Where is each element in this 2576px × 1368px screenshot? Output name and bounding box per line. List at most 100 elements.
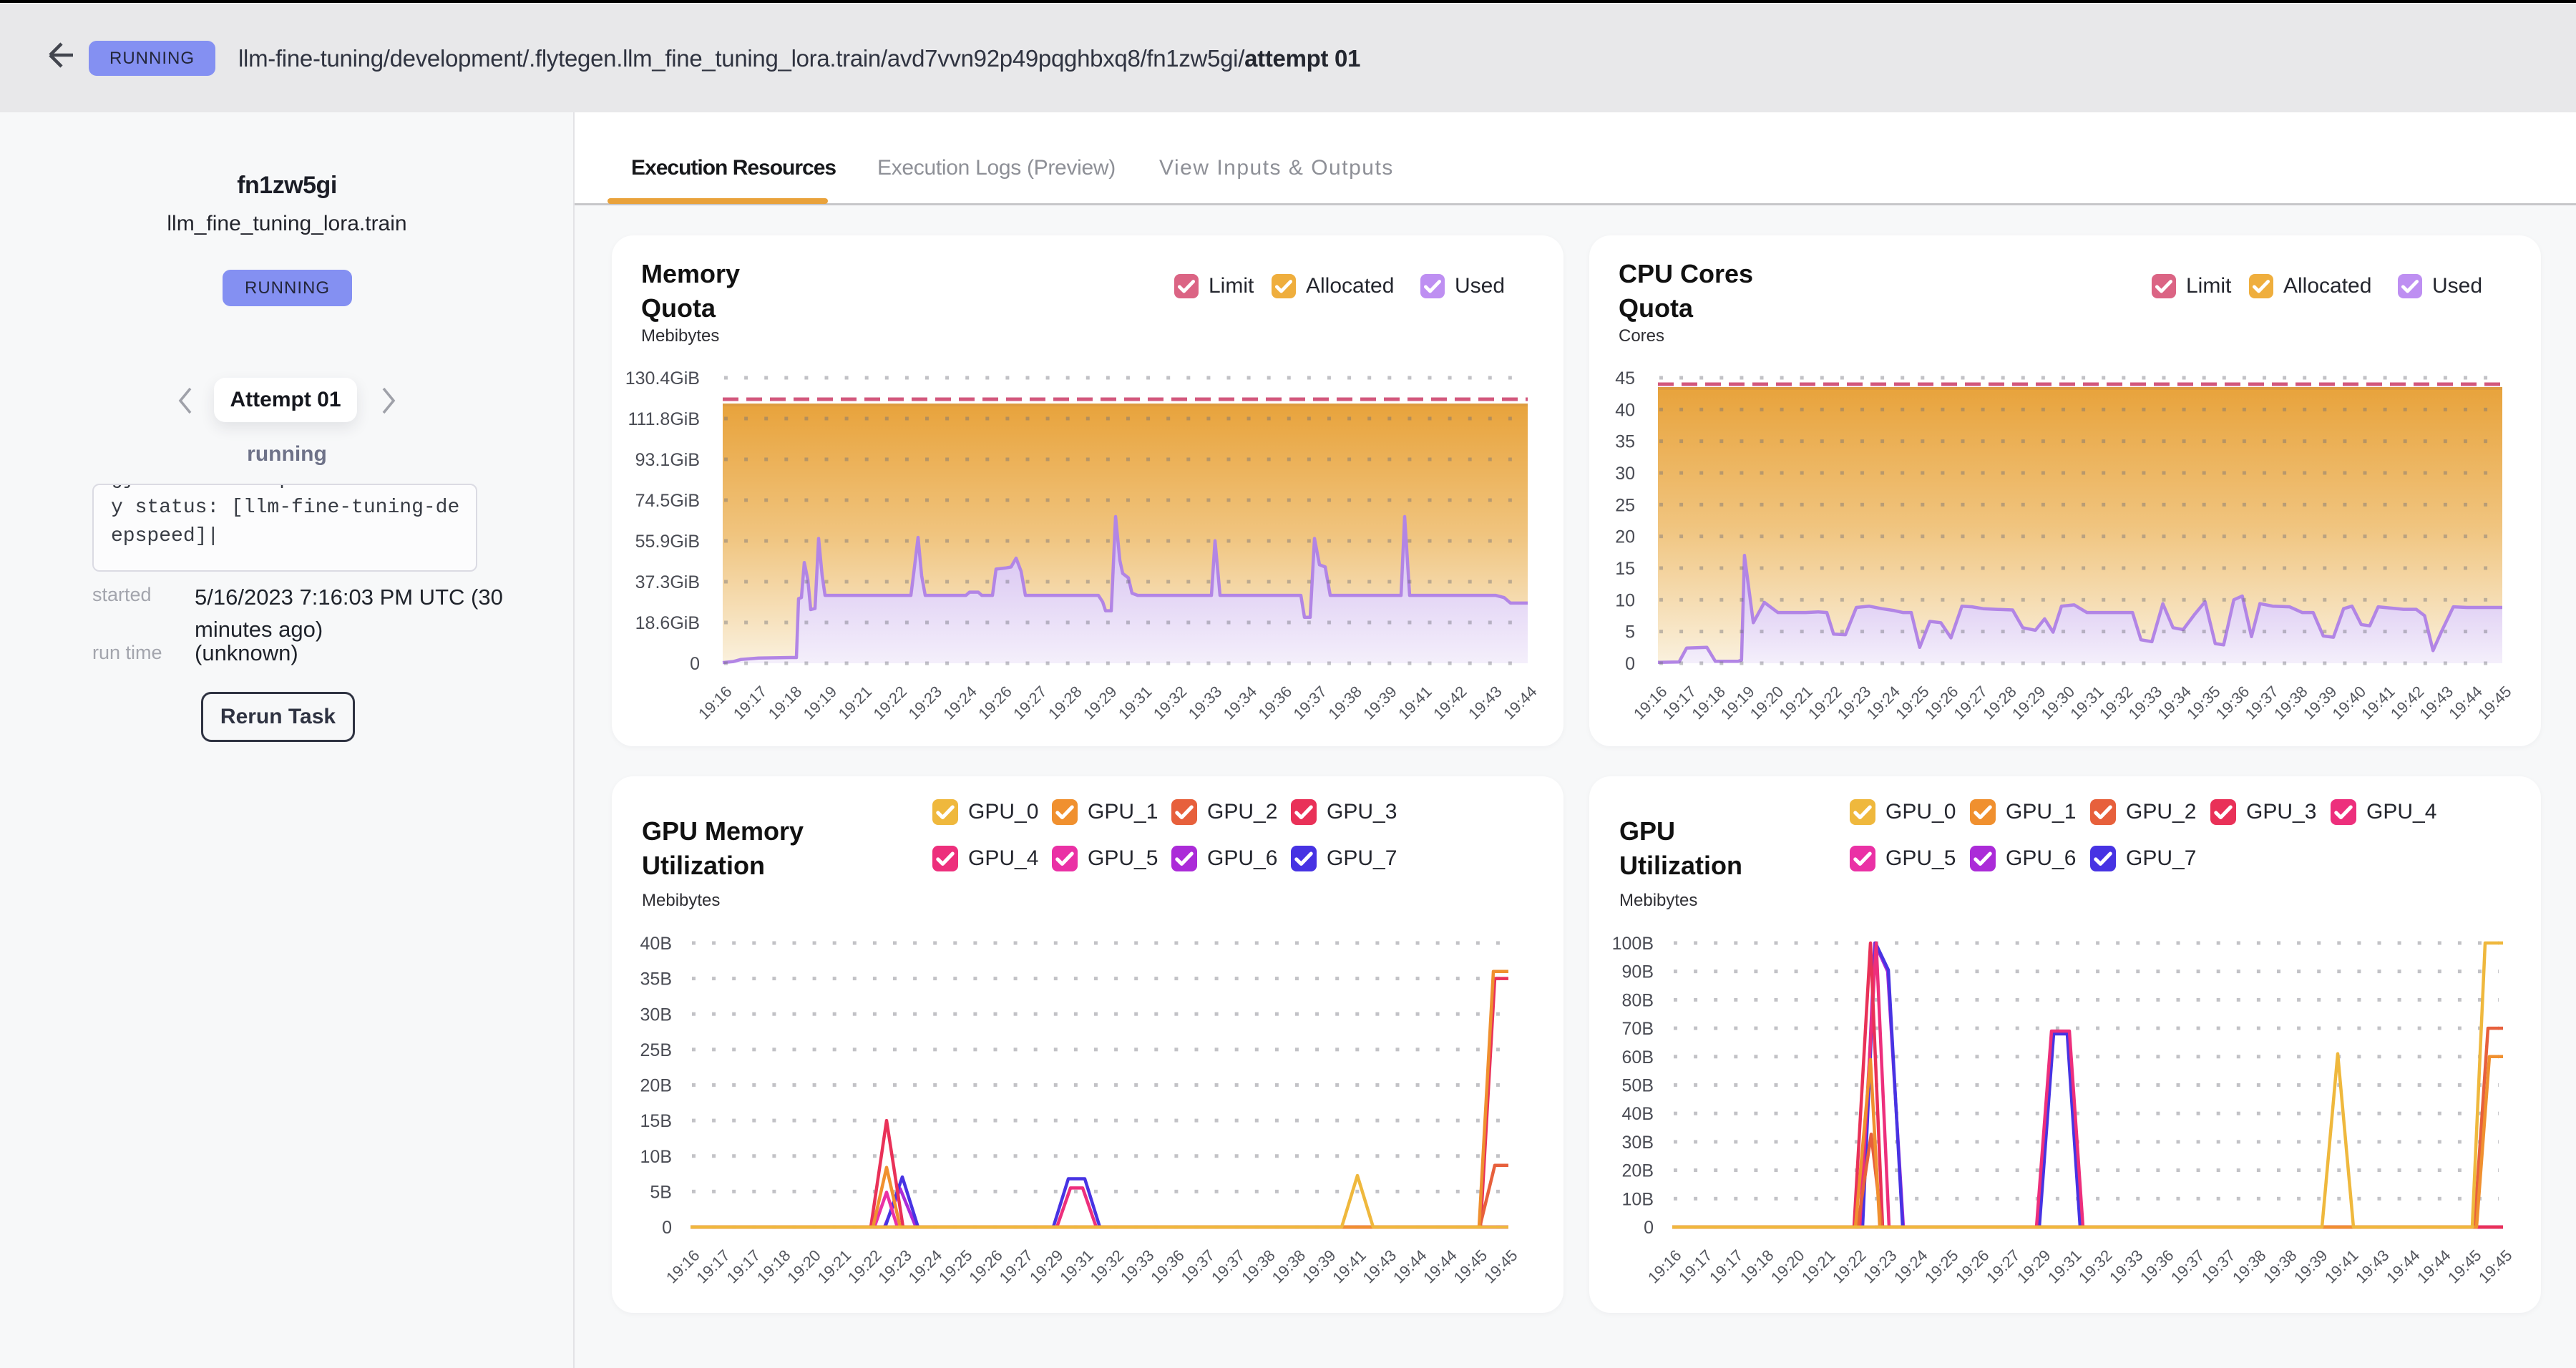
- svg-text:19:29: 19:29: [2009, 683, 2049, 723]
- svg-text:19:39: 19:39: [1360, 683, 1400, 723]
- svg-text:0: 0: [662, 1218, 672, 1238]
- svg-text:19:36: 19:36: [2212, 683, 2253, 723]
- svg-text:19:43: 19:43: [2352, 1246, 2393, 1287]
- svg-text:19:31: 19:31: [2067, 683, 2107, 723]
- svg-text:19:23: 19:23: [874, 1246, 915, 1287]
- svg-text:30B: 30B: [1622, 1133, 1654, 1153]
- svg-text:19:16: 19:16: [1630, 683, 1671, 723]
- svg-text:19:27: 19:27: [1983, 1246, 2024, 1287]
- svg-text:19:38: 19:38: [1324, 683, 1365, 723]
- svg-text:19:37: 19:37: [2198, 1246, 2239, 1287]
- svg-text:19:32: 19:32: [2075, 1246, 2116, 1287]
- svg-text:19:45: 19:45: [2444, 1246, 2485, 1287]
- svg-text:19:17: 19:17: [693, 1246, 733, 1287]
- svg-text:130.4GiB: 130.4GiB: [625, 368, 700, 389]
- svg-text:19:44: 19:44: [2445, 683, 2486, 723]
- svg-text:19:23: 19:23: [904, 683, 945, 723]
- svg-text:19:21: 19:21: [814, 1246, 855, 1287]
- svg-text:19:21: 19:21: [1775, 683, 1816, 723]
- svg-text:19:22: 19:22: [870, 683, 911, 723]
- svg-text:19:22: 19:22: [844, 1246, 885, 1287]
- svg-text:19:45: 19:45: [2474, 683, 2515, 723]
- svg-text:19:24: 19:24: [1890, 1246, 1931, 1287]
- svg-text:19:43: 19:43: [2416, 683, 2457, 723]
- svg-text:19:38: 19:38: [2270, 683, 2311, 723]
- svg-text:19:33: 19:33: [1185, 683, 1226, 723]
- svg-text:19:38: 19:38: [2260, 1246, 2301, 1287]
- svg-text:80B: 80B: [1622, 990, 1654, 1010]
- svg-text:19:37: 19:37: [1178, 1246, 1219, 1287]
- svg-text:19:22: 19:22: [1805, 683, 1845, 723]
- svg-text:19:24: 19:24: [940, 683, 980, 723]
- svg-text:19:26: 19:26: [975, 683, 1015, 723]
- svg-text:19:17: 19:17: [723, 1246, 764, 1287]
- svg-text:19:44: 19:44: [1500, 683, 1541, 723]
- svg-text:19:33: 19:33: [2106, 1246, 2147, 1287]
- svg-text:19:39: 19:39: [2290, 1246, 2331, 1287]
- svg-text:19:23: 19:23: [1860, 1246, 1901, 1287]
- svg-text:19:37: 19:37: [1289, 683, 1330, 723]
- svg-text:19:30: 19:30: [2038, 683, 2079, 723]
- svg-text:19:32: 19:32: [1150, 683, 1191, 723]
- svg-text:10: 10: [1615, 590, 1635, 610]
- svg-text:19:20: 19:20: [784, 1246, 824, 1287]
- svg-text:18.6GiB: 18.6GiB: [635, 613, 700, 633]
- svg-text:19:36: 19:36: [2137, 1246, 2177, 1287]
- svg-text:19:36: 19:36: [1255, 683, 1296, 723]
- svg-text:19:22: 19:22: [1829, 1246, 1870, 1287]
- svg-text:19:37: 19:37: [1208, 1246, 1249, 1287]
- svg-text:19:42: 19:42: [1430, 683, 1470, 723]
- svg-text:40B: 40B: [640, 934, 672, 954]
- svg-text:45: 45: [1615, 368, 1635, 389]
- svg-text:19:25: 19:25: [935, 1246, 976, 1287]
- svg-text:19:38: 19:38: [1238, 1246, 1279, 1287]
- svg-text:19:21: 19:21: [835, 683, 876, 723]
- svg-text:70B: 70B: [1622, 1019, 1654, 1039]
- svg-text:19:34: 19:34: [1220, 683, 1261, 723]
- svg-text:19:16: 19:16: [695, 683, 736, 723]
- svg-text:19:40: 19:40: [2329, 683, 2370, 723]
- svg-text:40B: 40B: [1622, 1104, 1654, 1124]
- svg-text:19:41: 19:41: [1329, 1246, 1370, 1287]
- svg-text:19:43: 19:43: [1465, 683, 1506, 723]
- svg-text:19:37: 19:37: [2241, 683, 2282, 723]
- svg-text:19:33: 19:33: [2125, 683, 2166, 723]
- svg-text:19:32: 19:32: [2096, 683, 2137, 723]
- svg-text:19:42: 19:42: [2387, 683, 2428, 723]
- svg-text:19:44: 19:44: [1390, 1246, 1430, 1287]
- svg-text:19:45: 19:45: [1450, 1246, 1491, 1287]
- svg-text:19:41: 19:41: [2321, 1246, 2362, 1287]
- svg-text:20B: 20B: [640, 1076, 672, 1096]
- svg-text:90B: 90B: [1622, 962, 1654, 982]
- svg-text:35: 35: [1615, 432, 1635, 452]
- svg-text:19:38: 19:38: [2229, 1246, 2270, 1287]
- svg-text:19:18: 19:18: [1737, 1246, 1777, 1287]
- svg-text:19:31: 19:31: [1115, 683, 1156, 723]
- svg-text:5: 5: [1625, 622, 1635, 643]
- svg-text:74.5GiB: 74.5GiB: [635, 491, 700, 511]
- svg-text:19:25: 19:25: [1892, 683, 1933, 723]
- svg-text:19:17: 19:17: [730, 683, 771, 723]
- svg-text:19:17: 19:17: [1706, 1246, 1747, 1287]
- svg-text:0: 0: [1644, 1218, 1654, 1238]
- svg-text:40: 40: [1615, 400, 1635, 420]
- svg-text:111.8GiB: 111.8GiB: [628, 409, 700, 429]
- svg-text:19:19: 19:19: [1717, 683, 1758, 723]
- svg-text:19:29: 19:29: [1026, 1246, 1067, 1287]
- svg-text:19:18: 19:18: [1688, 683, 1729, 723]
- svg-text:19:31: 19:31: [1056, 1246, 1097, 1287]
- svg-text:19:36: 19:36: [1147, 1246, 1188, 1287]
- svg-text:19:41: 19:41: [1395, 683, 1435, 723]
- svg-text:19:18: 19:18: [765, 683, 806, 723]
- svg-text:25: 25: [1615, 495, 1635, 515]
- svg-text:19:23: 19:23: [1834, 683, 1875, 723]
- svg-text:60B: 60B: [1622, 1047, 1654, 1067]
- svg-text:5B: 5B: [650, 1182, 672, 1202]
- svg-text:19:45: 19:45: [2475, 1246, 2516, 1287]
- svg-text:10B: 10B: [1622, 1189, 1654, 1209]
- svg-text:20B: 20B: [1622, 1161, 1654, 1181]
- svg-text:10B: 10B: [640, 1147, 672, 1167]
- svg-text:19:43: 19:43: [1360, 1246, 1400, 1287]
- svg-text:19:32: 19:32: [1087, 1246, 1128, 1287]
- svg-text:19:39: 19:39: [2300, 683, 2341, 723]
